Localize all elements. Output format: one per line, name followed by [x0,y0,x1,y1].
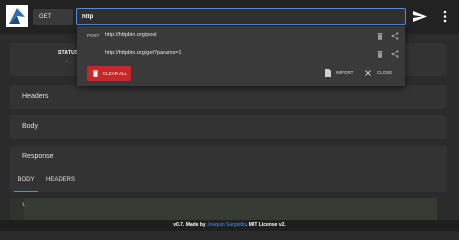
status-value: - [66,59,68,65]
delete-icon[interactable] [377,50,383,58]
app-logo-icon [6,5,28,27]
delete-icon [93,70,98,77]
clear-all-label: CLEAR ALL [103,71,128,76]
close-label: CLOSE [377,70,393,75]
method-select[interactable]: GET [33,9,73,25]
history-method: GET [87,51,97,56]
body-panel[interactable]: Body [10,115,447,139]
history-item[interactable]: GET http://httpbin.org/get?params=1 [77,45,405,63]
share-icon[interactable] [391,50,399,58]
response-tabs: BODY HEADERS [10,168,447,192]
line-number: 1 [22,202,26,208]
footer-prefix: v0.7. Made by [173,222,208,228]
history-url: http://httpbin.org/get?params=1 [105,50,182,56]
footer-suffix: . MIT License v2. [246,222,286,228]
import-label: IMPORT [336,70,354,75]
import-icon [325,69,331,77]
history-method: POST [87,33,100,38]
headers-panel[interactable]: Headers [10,85,447,109]
send-button[interactable] [410,8,430,25]
response-editor[interactable]: 1 [10,198,437,220]
import-button[interactable]: IMPORT [325,68,353,78]
tab-headers[interactable]: HEADERS [46,168,76,192]
history-url: http://httpbin.org/post [105,32,157,38]
tab-body[interactable]: BODY [14,168,38,192]
send-icon [413,11,427,22]
clear-all-button[interactable]: CLEAR ALL [87,66,131,81]
body-panel-title: Body [22,123,38,130]
url-input[interactable] [76,8,406,25]
history-item[interactable]: POST http://httpbin.org/post [77,27,405,45]
more-menu-button[interactable] [440,8,450,25]
response-panel-title: Response [22,153,54,160]
more-vert-icon [443,10,447,23]
close-button[interactable]: CLOSE [365,68,392,78]
close-icon [365,70,371,76]
history-dropdown: POST http://httpbin.org/post GET http://… [77,26,405,86]
delete-icon[interactable] [377,32,383,40]
method-value: GET [39,14,52,20]
status-label: STATUS [58,50,79,56]
footer: v0.7. Made by Joaquin Sargiotto. MIT Lic… [0,220,459,231]
headers-panel-title: Headers [22,93,49,100]
share-icon[interactable] [391,32,399,40]
response-panel: Response [10,146,447,168]
author-link[interactable]: Joaquin Sargiotto [207,222,246,228]
